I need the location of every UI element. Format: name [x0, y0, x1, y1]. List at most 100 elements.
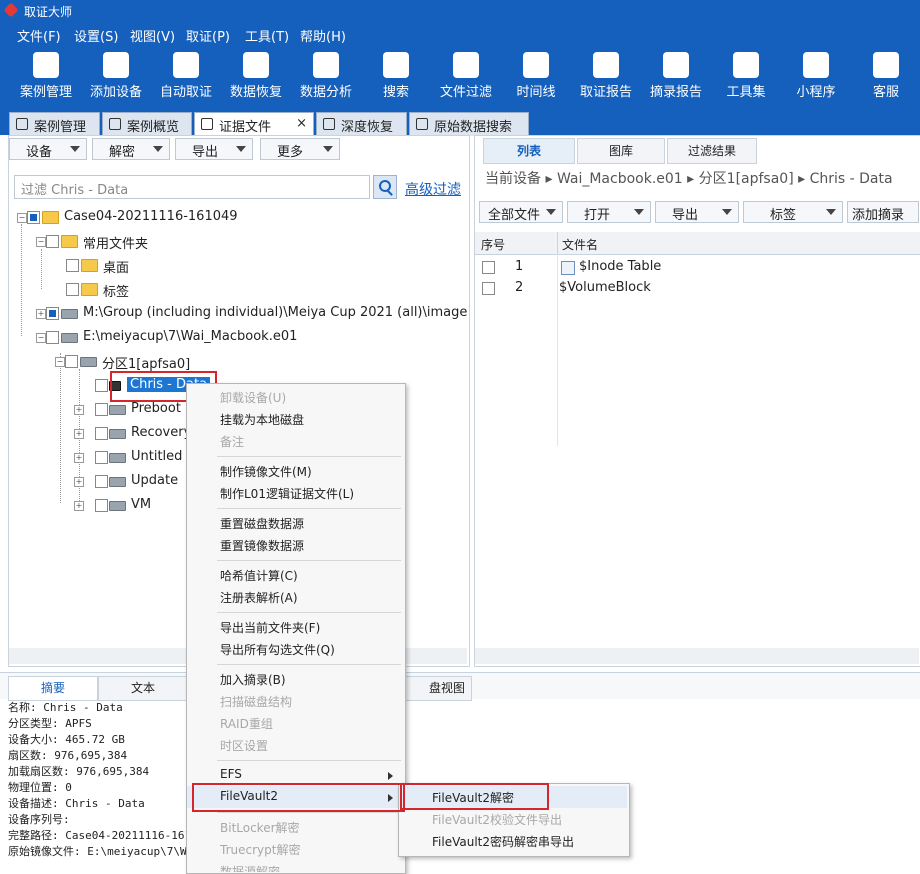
menu-file[interactable]: 文件(F) — [17, 22, 61, 45]
search-icon[interactable] — [373, 175, 397, 199]
tree-checkbox[interactable] — [46, 331, 59, 344]
excerpt-report-button[interactable]: 摘录报告 — [641, 46, 711, 106]
menu-item-truecrypt[interactable]: Truecrypt解密 — [187, 838, 403, 860]
tree-checkbox[interactable] — [95, 499, 108, 512]
device-dropdown[interactable]: 设备 — [9, 138, 87, 160]
menu-item-timezone[interactable]: 时区设置 — [187, 734, 403, 756]
export-dropdown[interactable]: 导出 — [655, 201, 739, 223]
data-recovery-button[interactable]: 数据恢复 — [221, 46, 291, 106]
tab-summary[interactable]: 摘要 — [8, 676, 98, 701]
auto-forensics-button[interactable]: 自动取证 — [151, 46, 221, 106]
breadcrumb-item[interactable]: Wai_Macbook.e01 — [557, 171, 683, 187]
row-checkbox[interactable] — [482, 261, 495, 274]
toolset-button[interactable]: 工具集 — [711, 46, 781, 106]
menu-help[interactable]: 帮助(H) — [300, 22, 346, 45]
horizontal-scrollbar[interactable] — [475, 648, 919, 664]
menu-forensics[interactable]: 取证(P) — [186, 22, 230, 45]
menu-item-registry[interactable]: 注册表解析(A) — [187, 586, 403, 608]
export-dropdown[interactable]: 导出 — [175, 138, 253, 160]
column-header-index[interactable]: 序号 — [475, 232, 557, 255]
file-filter-button[interactable]: 文件过滤 — [431, 46, 501, 106]
collapse-icon[interactable]: − — [36, 237, 46, 247]
menu-item-make-image[interactable]: 制作镜像文件(M) — [187, 460, 403, 482]
add-device-button[interactable]: 添加设备 — [81, 46, 151, 106]
open-dropdown[interactable]: 打开 — [567, 201, 651, 223]
tab-text[interactable]: 文本 — [98, 676, 188, 701]
tree-node-macbook-image[interactable]: − E:\meiyacup\7\Wai_Macbook.e01 — [9, 328, 409, 348]
expand-icon[interactable]: + — [74, 405, 84, 415]
menu-item-raid[interactable]: RAID重组 — [187, 712, 403, 734]
tab-filter-results[interactable]: 过滤结果 — [667, 138, 757, 164]
menu-item-reset-image-source[interactable]: 重置镜像数据源 — [187, 534, 403, 556]
expand-icon[interactable]: + — [74, 453, 84, 463]
tree-node-desktop[interactable]: 桌面 — [9, 256, 309, 276]
menu-settings[interactable]: 设置(S) — [74, 22, 118, 45]
menu-item-export-folder[interactable]: 导出当前文件夹(F) — [187, 616, 403, 638]
menu-item-unmount[interactable]: 卸载设备(U) — [187, 386, 403, 408]
tree-node-common-folder[interactable]: − 常用文件夹 — [9, 232, 309, 252]
close-icon[interactable]: × — [296, 116, 307, 131]
menu-item-note[interactable]: 备注 — [187, 430, 403, 452]
tree-checkbox[interactable] — [65, 355, 78, 368]
tree-checkbox[interactable] — [95, 427, 108, 440]
expand-icon[interactable]: + — [74, 477, 84, 487]
table-row[interactable]: 1 $Inode Table — [475, 257, 919, 278]
breadcrumb-item[interactable]: 分区1[apfsa0] — [699, 171, 794, 187]
collapse-icon[interactable]: − — [36, 333, 46, 343]
tree-checkbox[interactable] — [95, 451, 108, 464]
collapse-icon[interactable]: − — [17, 213, 27, 223]
collapse-icon[interactable]: − — [55, 357, 65, 367]
tree-checkbox[interactable] — [95, 403, 108, 416]
menu-tools[interactable]: 工具(T) — [245, 22, 289, 45]
menu-item-scan-disk[interactable]: 扫描磁盘结构 — [187, 690, 403, 712]
menu-item-export-checked[interactable]: 导出所有勾选文件(Q) — [187, 638, 403, 660]
menu-item-filevault2-verify-export[interactable]: FileVault2校验文件导出 — [399, 808, 627, 830]
breadcrumb-item[interactable]: Chris - Data — [810, 171, 893, 187]
menu-item-filevault2-password-export[interactable]: FileVault2密码解密串导出 — [399, 830, 627, 852]
menu-item-reset-disk-source[interactable]: 重置磁盘数据源 — [187, 512, 403, 534]
tree-checkbox[interactable] — [27, 211, 40, 224]
tree-node-case[interactable]: − Case04-20211116-161049 — [9, 208, 309, 228]
menu-item-add-excerpt[interactable]: 加入摘录(B) — [187, 668, 403, 690]
breadcrumb-item[interactable]: 当前设备 — [485, 171, 541, 187]
tree-checkbox[interactable] — [66, 283, 79, 296]
menu-view[interactable]: 视图(V) — [130, 22, 175, 45]
tab-gallery[interactable]: 图库 — [577, 138, 665, 164]
add-excerpt-dropdown[interactable]: 添加摘录 — [847, 201, 919, 223]
case-management-button[interactable]: 案例管理 — [11, 46, 81, 106]
menu-item-make-l01[interactable]: 制作L01逻辑证据文件(L) — [187, 482, 403, 504]
data-analysis-button[interactable]: 数据分析 — [291, 46, 361, 106]
menu-item-mount-local[interactable]: 挂载为本地磁盘 — [187, 408, 403, 430]
tab-deep-recovery[interactable]: 深度恢复 — [316, 112, 407, 136]
menu-item-hash[interactable]: 哈希值计算(C) — [187, 564, 403, 586]
tree-checkbox[interactable] — [95, 379, 108, 392]
tab-case-management[interactable]: 案例管理 — [9, 112, 100, 136]
tree-checkbox[interactable] — [66, 259, 79, 272]
timeline-button[interactable]: 时间线 — [501, 46, 571, 106]
tree-node-partition[interactable]: − 分区1[apfsa0] — [9, 352, 309, 372]
expand-icon[interactable]: + — [74, 501, 84, 511]
all-files-dropdown[interactable]: 全部文件 — [479, 201, 563, 223]
tree-filter-input[interactable]: 过滤 Chris - Data — [14, 175, 370, 199]
tab-evidence-files[interactable]: 证据文件 × — [194, 112, 314, 136]
decrypt-dropdown[interactable]: 解密 — [92, 138, 170, 160]
row-checkbox[interactable] — [482, 282, 495, 295]
tab-list[interactable]: 列表 — [483, 138, 575, 164]
tree-checkbox[interactable] — [46, 307, 59, 320]
tag-dropdown[interactable]: 标签 — [743, 201, 843, 223]
advanced-filter-link[interactable]: 高级过滤 — [405, 179, 461, 199]
tree-checkbox[interactable] — [95, 475, 108, 488]
expand-icon[interactable]: + — [36, 309, 46, 319]
tab-raw-data-search[interactable]: 原始数据搜索 — [409, 112, 529, 136]
mini-program-button[interactable]: 小程序 — [781, 46, 851, 106]
tree-node-group-image[interactable]: + M:\Group (including individual)\Meiya … — [9, 304, 467, 324]
column-header-filename[interactable]: 文件名 — [557, 232, 920, 255]
tree-checkbox[interactable] — [46, 235, 59, 248]
more-dropdown[interactable]: 更多 — [260, 138, 340, 160]
search-button[interactable]: 搜索 — [361, 46, 431, 106]
forensic-report-button[interactable]: 取证报告 — [571, 46, 641, 106]
expand-icon[interactable]: + — [74, 429, 84, 439]
table-row[interactable]: 2 $VolumeBlock — [475, 278, 919, 299]
menu-item-datasource-decrypt[interactable]: 数据源解密 — [187, 860, 403, 872]
menu-item-bitlocker[interactable]: BitLocker解密 — [187, 816, 403, 838]
